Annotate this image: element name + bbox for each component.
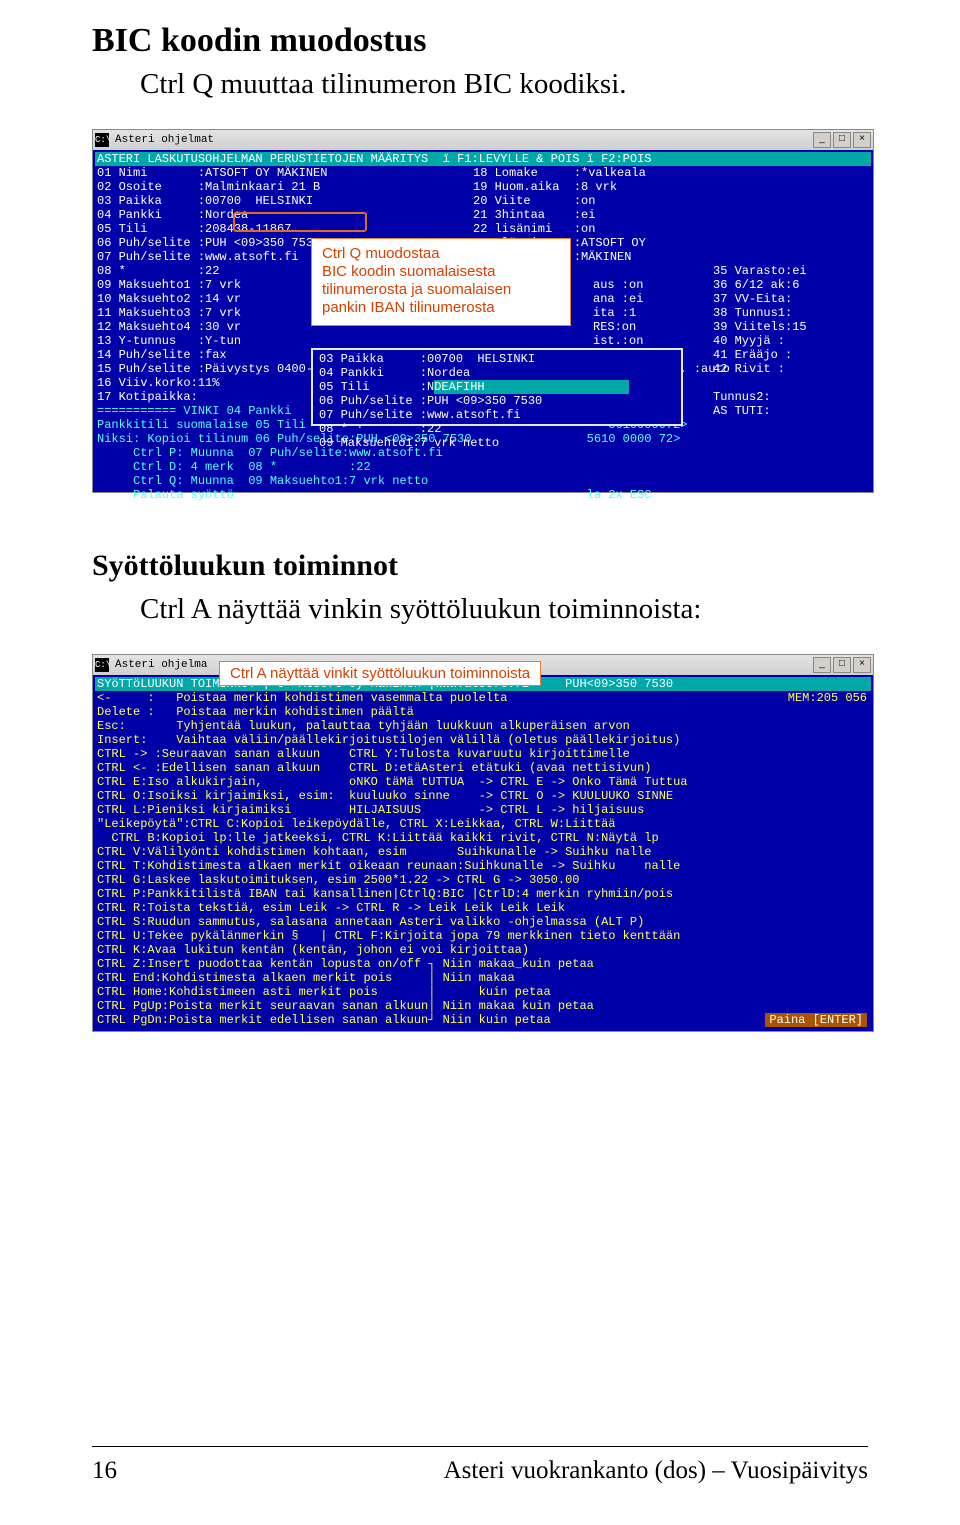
help-line: CTRL R:Toista tekstiä, esim Leik -> CTRL… xyxy=(97,901,869,915)
terminal-line: RES:on xyxy=(593,320,730,334)
terminal-line: 22 lisänimi :on xyxy=(473,222,646,236)
help-line: CTRL Z:Insert puodottaa kentän lopusta o… xyxy=(97,957,869,971)
terminal-line: 36 6/12 ak:6 xyxy=(713,278,807,292)
help-line: CTRL O:Isoiksi kirjaimiksi, esim: kuuluu… xyxy=(97,789,869,803)
help-line: "Leikepöytä":CTRL C:Kopioi leikepöydälle… xyxy=(97,817,869,831)
terminal-content-1: ASTERI LASKUTUSOHJELMAN PERUSTIETOJEN MÄ… xyxy=(93,150,873,492)
terminal-content-2: SYöTTöLUUKUN TOIMINNOT |<c> Atsoft Oy Mä… xyxy=(93,675,873,1031)
help-line: CTRL PgUp:Poista merkit seuraavan sanan … xyxy=(97,999,869,1013)
help-line: Insert: Vaihtaa väliin/päällekirjoitusti… xyxy=(97,733,869,747)
callout-ctrl-q: Ctrl Q muodostaa BIC koodin suomalaisest… xyxy=(311,238,571,326)
footer-text: Asteri vuokrankanto (dos) – Vuosipäivity… xyxy=(444,1457,868,1485)
help-line: Delete : Poistaa merkin kohdistimen pääl… xyxy=(97,705,869,719)
help-line: CTRL T:Kohdistimesta alkaen merkit oikea… xyxy=(97,859,869,873)
help-line: CTRL -> :Seuraavan sanan alkuun CTRL Y:T… xyxy=(97,747,869,761)
terminal-line: 18 Lomake :*valkeala xyxy=(473,166,646,180)
terminal-line: 37 VV-Eita: xyxy=(713,292,807,306)
terminal-line: ana :ei xyxy=(593,292,730,306)
heading-syottoluukun: Syöttöluukun toiminnot xyxy=(92,549,868,583)
callout-line: BIC koodin suomalaisesta xyxy=(322,263,560,281)
header-row: ASTERI LASKUTUSOHJELMAN PERUSTIETOJEN MÄ… xyxy=(95,152,871,166)
help-line: CTRL K:Avaa lukitun kentän (kentän, joho… xyxy=(97,943,869,957)
tili-value-highlight: DEAFIHH xyxy=(434,380,628,394)
callout-ctrl-a: Ctrl A näyttää vinkit syöttöluukun toimi… xyxy=(219,661,541,686)
window-title: Asteri ohjelmat xyxy=(115,134,214,146)
minimize-button[interactable]: _ xyxy=(813,657,831,673)
terminal-line: ist.:on xyxy=(593,334,730,348)
terminal-line: 41 Erääjo : xyxy=(713,348,807,362)
close-button[interactable]: × xyxy=(853,657,871,673)
help-line: CTRL U:Tekee pykälänmerkin § | CTRL F:Ki… xyxy=(97,929,869,943)
maximize-button[interactable]: □ xyxy=(833,132,851,148)
help-line: CTRL Home:Kohdistimeen asti merkit pois … xyxy=(97,985,869,999)
help-line: CTRL E:Iso alkukirjain, oNKO täMä tUTTUA… xyxy=(97,775,869,789)
inset-line: 04 Pankki :Nordea xyxy=(319,366,675,380)
terminal-window-1: C:\ Asteri ohjelmat _ □ × ASTERI LASKUTU… xyxy=(92,129,874,493)
app-icon: C:\ xyxy=(95,658,109,672)
inset-line: 03 Paikka :00700 HELSINKI xyxy=(319,352,675,366)
help-line: CTRL <- :Edellisen sanan alkuun CTRL D:e… xyxy=(97,761,869,775)
close-button[interactable]: × xyxy=(853,132,871,148)
terminal-line: Palauta syöttö la 2x ESC xyxy=(97,488,688,502)
terminal-line: 21 3hintaa :ei xyxy=(473,208,646,222)
press-enter-prompt[interactable]: Paina [ENTER] xyxy=(765,1013,867,1027)
titlebar: C:\ Asteri ohjelmat _ □ × xyxy=(93,130,873,150)
terminal-line: 40 Myyjä : xyxy=(713,334,807,348)
help-line: CTRL S:Ruudun sammutus, salasana annetaa… xyxy=(97,915,869,929)
page-number: 16 xyxy=(92,1457,117,1485)
help-line: CTRL B:Kopioi lp:lle jatkeeksi, CTRL K:L… xyxy=(97,831,869,845)
terminal-line: Ctrl Q: Muunna 09 Maksuehto1:7 vrk netto xyxy=(97,474,688,488)
terminal-window-2: C:\ Asteri ohjelma _ □ × Ctrl A näyttää … xyxy=(92,654,874,1032)
terminal-line: Tunnus2: xyxy=(713,390,771,404)
heading-bic: BIC koodin muodostus xyxy=(92,22,868,60)
body-syottoluukun: Ctrl A näyttää vinkin syöttöluukun toimi… xyxy=(140,593,868,626)
terminal-line: 19 Huom.aika :8 vrk xyxy=(473,180,646,194)
minimize-button[interactable]: _ xyxy=(813,132,831,148)
terminal-line: ita :1 xyxy=(593,306,730,320)
page: BIC koodin muodostus Ctrl Q muuttaa tili… xyxy=(0,0,960,1525)
inset-line: 08 * :22 xyxy=(319,422,675,436)
help-line: CTRL G:Laskee laskutoimituksen, esim 250… xyxy=(97,873,869,887)
body-bic: Ctrl Q muuttaa tilinumeron BIC koodiksi. xyxy=(140,68,868,101)
inset-line: 09 Maksuehto1:7 vrk netto xyxy=(319,436,675,450)
help-line: CTRL P:Pankkitilistä IBAN tai kansalline… xyxy=(97,887,869,901)
help-line: CTRL PgDn:Poista merkit edellisen sanan … xyxy=(97,1013,869,1027)
terminal-line: AS TUTI: xyxy=(713,404,771,418)
help-line: CTRL V:Välilyönti kohdistimen kohtaan, e… xyxy=(97,845,869,859)
window-title: Asteri ohjelma xyxy=(115,659,207,671)
inset-line: 06 Puh/selite :PUH <09>350 7530 xyxy=(319,394,675,408)
page-footer: 16 Asteri vuokrankanto (dos) – Vuosipäiv… xyxy=(92,1446,868,1485)
terminal-line: 39 Viitels:15 xyxy=(713,320,807,334)
terminal-line: 35 Varasto:ei xyxy=(713,264,807,278)
terminal-line: 42 Rivit : xyxy=(713,362,807,376)
inset-line: 05 Tili :NDEAFIHH xyxy=(319,380,675,394)
help-line: CTRL L:Pieniksi kirjaimiksi HILJAISUUS -… xyxy=(97,803,869,817)
app-icon: C:\ xyxy=(95,133,109,147)
callout-line: pankin IBAN tilinumerosta xyxy=(322,299,560,317)
mem-indicator: MEM:205 056 xyxy=(788,691,867,705)
callout-line: Ctrl Q muodostaa xyxy=(322,245,560,263)
help-line: CTRL End:Kohdistimesta alkaen merkit poi… xyxy=(97,971,869,985)
help-line: Esc: Tyhjentää luukun, palauttaa tyhjään… xyxy=(97,719,869,733)
callout-line: tilinumerosta ja suomalaisen xyxy=(322,281,560,299)
terminal-line: Ctrl D: 4 merk 08 * :22 xyxy=(97,460,688,474)
inset-after-ctrlq: 03 Paikka :00700 HELSINKI04 Pankki :Nord… xyxy=(311,348,683,426)
highlight-box-tili xyxy=(233,212,367,232)
help-line: <- : Poistaa merkin kohdistimen vasemmal… xyxy=(97,691,869,705)
terminal-line: aus :on xyxy=(593,278,730,292)
maximize-button[interactable]: □ xyxy=(833,657,851,673)
terminal-line: 20 Viite :on xyxy=(473,194,646,208)
inset-line: 07 Puh/selite :www.atsoft.fi xyxy=(319,408,675,422)
terminal-line: 38 Tunnus1: xyxy=(713,306,807,320)
